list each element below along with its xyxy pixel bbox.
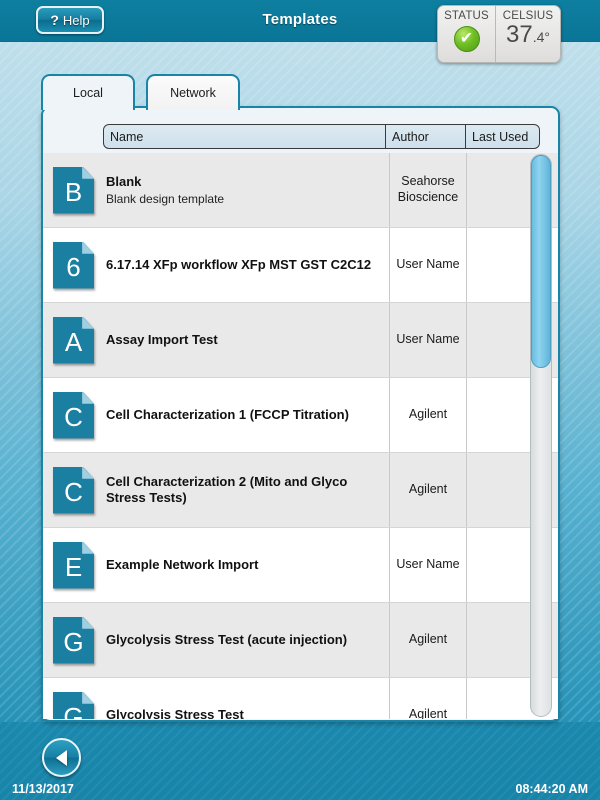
template-title: Cell Characterization 1 (FCCP Titration) (106, 407, 349, 423)
cell-name: G Glycolysis Stress Test (acute injection… (43, 603, 390, 677)
table-row[interactable]: G Glycolysis Stress Test (acute injection… (43, 603, 558, 678)
celsius-cell: CELSIUS 37.4° (496, 6, 560, 62)
template-document-icon: E (53, 542, 94, 589)
document-icon-letter: A (53, 317, 94, 364)
table-row[interactable]: E Example Network Import User Name (43, 528, 558, 603)
template-title: Cell Characterization 2 (Mito and Glyco … (106, 474, 378, 507)
template-title-block: Glycolysis Stress Test (106, 707, 244, 719)
footer-background (0, 722, 600, 800)
column-header-last-used[interactable]: Last Used (466, 124, 540, 149)
document-icon-letter: B (53, 167, 94, 214)
temperature-fraction: .4° (533, 29, 550, 45)
tab-network[interactable]: Network (146, 74, 240, 110)
templates-table: B Blank Blank design template Seahorse Bios… (43, 153, 558, 719)
tab-network-label: Network (170, 86, 216, 100)
cell-name: E Example Network Import (43, 528, 390, 602)
cell-author: User Name (390, 303, 467, 377)
template-title-block: Cell Characterization 2 (Mito and Glyco … (106, 474, 378, 507)
status-cell: STATUS ✔ (438, 6, 496, 62)
question-mark-icon: ? (50, 12, 59, 28)
cell-author: Seahorse Bioscience (390, 153, 467, 227)
templates-list-viewport: B Blank Blank design template Seahorse Bios… (43, 153, 558, 719)
template-document-icon: B (53, 167, 94, 214)
document-icon-letter: 6 (53, 242, 94, 289)
template-title-block: 6.17.14 XFp workflow XFp MST GST C2C12 (106, 257, 371, 273)
document-icon-letter: E (53, 542, 94, 589)
cell-name: 6 6.17.14 XFp workflow XFp MST GST C2C12 (43, 228, 390, 302)
template-title: Blank (106, 174, 224, 190)
status-label: STATUS (444, 10, 489, 22)
status-ok-icon: ✔ (454, 26, 480, 52)
scrollbar-thumb[interactable] (531, 155, 551, 368)
tab-local[interactable]: Local (41, 74, 135, 110)
table-row[interactable]: C Cell Characterization 2 (Mito and Glyco… (43, 453, 558, 528)
template-title-block: Glycolysis Stress Test (acute injection) (106, 632, 347, 648)
template-document-icon: C (53, 467, 94, 514)
temperature-value: 37.4° (506, 23, 550, 47)
table-row[interactable]: B Blank Blank design template Seahorse Bios… (43, 153, 558, 228)
template-document-icon: 6 (53, 242, 94, 289)
template-title: Glycolysis Stress Test (acute injection) (106, 632, 347, 648)
date-label: 11/13/2017 (12, 782, 74, 796)
document-icon-letter: G (53, 692, 94, 720)
back-arrow-icon (56, 750, 67, 766)
cell-author: User Name (390, 228, 467, 302)
help-button-label: Help (63, 13, 90, 28)
cell-name: C Cell Characterization 1 (FCCP Titration… (43, 378, 390, 452)
cell-author: Agilent (390, 378, 467, 452)
cell-author: Agilent (390, 603, 467, 677)
cell-name: G Glycolysis Stress Test (43, 678, 390, 719)
table-row[interactable]: G Glycolysis Stress Test Agilent (43, 678, 558, 719)
temperature-integer: 37 (506, 21, 533, 48)
table-row[interactable]: A Assay Import Test User Name (43, 303, 558, 378)
template-title: Example Network Import (106, 557, 258, 573)
template-title-block: Cell Characterization 1 (FCCP Titration) (106, 407, 349, 423)
template-title: Glycolysis Stress Test (106, 707, 244, 719)
template-title: 6.17.14 XFp workflow XFp MST GST C2C12 (106, 257, 371, 273)
cell-name: A Assay Import Test (43, 303, 390, 377)
table-row[interactable]: C Cell Characterization 1 (FCCP Titration… (43, 378, 558, 453)
template-title-block: Assay Import Test (106, 332, 218, 348)
document-icon-letter: C (53, 467, 94, 514)
help-button[interactable]: ? Help (36, 6, 104, 34)
template-document-icon: C (53, 392, 94, 439)
cell-author: User Name (390, 528, 467, 602)
status-temperature-panel: STATUS ✔ CELSIUS 37.4° (437, 5, 561, 63)
document-icon-letter: G (53, 617, 94, 664)
cell-name: B Blank Blank design template (43, 153, 390, 227)
template-document-icon: G (53, 692, 94, 720)
cell-author: Agilent (390, 678, 467, 719)
template-title-block: Blank Blank design template (106, 174, 224, 206)
tab-local-label: Local (73, 86, 103, 100)
document-icon-letter: C (53, 392, 94, 439)
templates-panel: Name Author Last Used B Blank Blank design… (41, 106, 560, 722)
time-label: 08:44:20 AM (516, 782, 589, 796)
column-header-name[interactable]: Name (103, 124, 386, 149)
table-row[interactable]: 6 6.17.14 XFp workflow XFp MST GST C2C12 U… (43, 228, 558, 303)
template-subtitle: Blank design template (106, 192, 224, 206)
back-button[interactable] (42, 738, 81, 777)
template-title-block: Example Network Import (106, 557, 258, 573)
cell-name: C Cell Characterization 2 (Mito and Glyco… (43, 453, 390, 527)
column-header-row: Name Author Last Used (103, 124, 540, 149)
template-document-icon: G (53, 617, 94, 664)
template-document-icon: A (53, 317, 94, 364)
column-header-author[interactable]: Author (386, 124, 466, 149)
template-title: Assay Import Test (106, 332, 218, 348)
cell-author: Agilent (390, 453, 467, 527)
vertical-scrollbar[interactable] (530, 154, 552, 717)
